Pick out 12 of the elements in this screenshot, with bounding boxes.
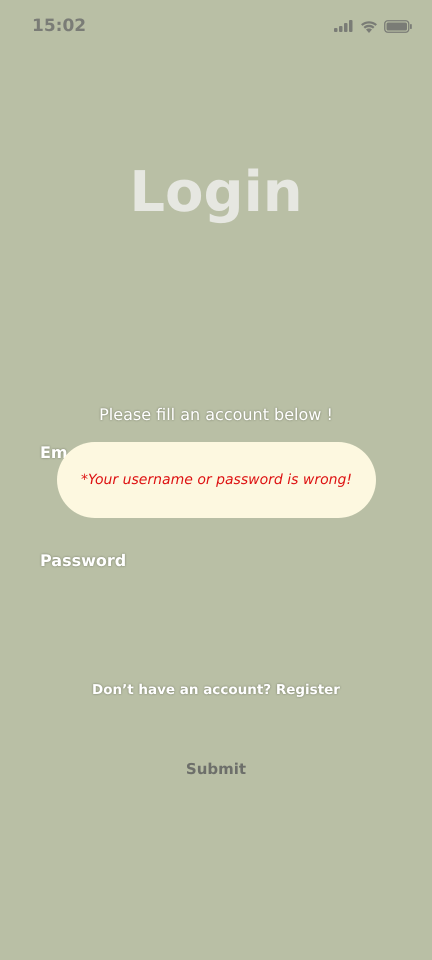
signal-icon [334,20,354,32]
field-label: Password [40,550,126,572]
field-label: Em [40,442,68,464]
status-time: 15:02 [32,16,86,36]
form-subtitle: Please fill an account below ! [98,404,334,426]
wifi-icon [360,20,378,32]
error-message: *Your username or password is wrong! [80,472,352,488]
battery-icon [384,20,412,32]
login-title: Login [128,159,304,227]
register-link[interactable]: Register [276,682,340,698]
register-prompt: Don’t have an account? Register [91,681,341,700]
submit-button[interactable]: Submit [178,756,254,782]
